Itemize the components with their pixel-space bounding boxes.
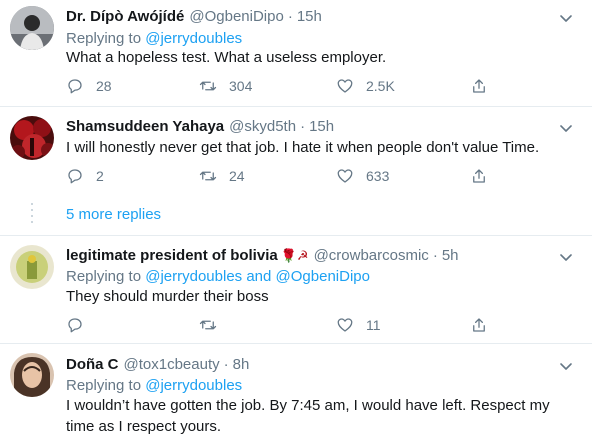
replying-to-label: Replying to [66, 268, 142, 285]
retweet-button[interactable]: 24 [199, 167, 245, 185]
tweet-text: What a hopeless test. What a useless emp… [66, 49, 387, 66]
avatar[interactable] [10, 245, 54, 289]
display-name[interactable]: Doña C [66, 356, 119, 373]
tweet-text: They should murder their boss [66, 288, 269, 305]
like-icon [337, 318, 353, 332]
replying-to-label: Replying to [66, 377, 142, 394]
like-button[interactable]: 11 [336, 316, 381, 334]
user-handle[interactable]: @tox1cbeauty [124, 356, 220, 373]
tweet-2[interactable]: Shamsuddeen Yahaya @skyd5th · 15h I will… [0, 107, 592, 235]
tweet-4[interactable]: Doña C @tox1cbeauty · 8h Replying to @je… [0, 344, 592, 447]
reply-icon [68, 318, 82, 333]
display-name[interactable]: Shamsuddeen Yahaya [66, 118, 224, 135]
like-count: 633 [366, 168, 390, 184]
chevron-down-icon[interactable] [556, 356, 576, 376]
user-handle[interactable]: @crowbarcosmic [314, 247, 429, 264]
thread-dot [31, 221, 33, 223]
thread-dot [31, 203, 33, 205]
timestamp[interactable]: 15h [309, 118, 334, 135]
retweet-icon [199, 320, 217, 330]
tweet-text-line-1: I wouldn’t have gotten the job. By 7:45 … [66, 397, 550, 414]
reply-button[interactable]: 28 [66, 77, 112, 95]
like-button[interactable]: 2.5K [336, 77, 395, 95]
retweet-button[interactable]: 304 [199, 77, 252, 95]
chevron-down-icon[interactable] [556, 118, 576, 138]
more-replies-link[interactable]: 5 more replies [66, 206, 161, 223]
like-count: 2.5K [366, 78, 395, 94]
like-count: 11 [366, 317, 381, 333]
timestamp[interactable]: 5h [442, 247, 459, 264]
thread-dot [31, 215, 33, 217]
share-icon [473, 318, 485, 332]
retweet-icon [199, 81, 217, 91]
share-icon [473, 169, 485, 183]
display-name[interactable]: legitimate president of bolivia [66, 247, 278, 264]
reply-count: 2 [96, 168, 104, 184]
separator-dot: · [432, 247, 438, 264]
avatar-photo [10, 116, 54, 160]
chevron-down-icon[interactable] [556, 247, 576, 267]
mention-link[interactable]: @jerrydoubles [145, 377, 242, 394]
user-handle[interactable]: @skyd5th [229, 118, 296, 135]
avatar-photo [10, 353, 54, 397]
avatar[interactable] [10, 353, 54, 397]
reply-button[interactable] [66, 316, 96, 334]
like-button[interactable]: 633 [336, 167, 389, 185]
share-button[interactable] [470, 316, 488, 334]
like-icon [337, 79, 353, 93]
retweet-count: 24 [229, 168, 245, 184]
avatar[interactable] [10, 116, 54, 160]
avatar-photo [10, 6, 54, 50]
tweet-3[interactable]: legitimate president of bolivia 🌹☭ @crow… [0, 236, 592, 341]
chevron-down-icon[interactable] [556, 8, 576, 28]
share-button[interactable] [470, 77, 488, 95]
display-name[interactable]: Dr. Dípò Awójídé [66, 8, 184, 25]
user-handle[interactable]: @OgbeniDipo [189, 8, 283, 25]
retweet-icon [199, 171, 217, 181]
avatar[interactable] [10, 6, 54, 50]
separator-dot: · [287, 8, 293, 25]
reply-count: 28 [96, 78, 112, 94]
mention-link[interactable]: @OgbeniDipo [276, 268, 370, 285]
separator-dot: · [223, 356, 229, 373]
reply-icon [68, 79, 82, 94]
like-icon [337, 169, 353, 183]
timestamp[interactable]: 8h [233, 356, 250, 373]
separator-dot: · [300, 118, 306, 135]
tweet-text-line-2: time as I respect yours. [66, 418, 222, 435]
name-emoji: 🌹☭ [280, 248, 309, 263]
timestamp[interactable]: 15h [297, 8, 322, 25]
mention-link[interactable]: @jerrydoubles [145, 30, 242, 47]
share-icon [473, 79, 485, 93]
mention-link[interactable]: @jerrydoubles [145, 268, 242, 285]
thread-dot [31, 209, 33, 211]
replying-and: and [246, 268, 272, 285]
retweet-count: 304 [229, 78, 253, 94]
retweet-button[interactable] [199, 316, 229, 334]
tweet-1[interactable]: Dr. Dípò Awójídé @OgbeniDipo · 15h Reply… [0, 0, 592, 104]
reply-button[interactable]: 2 [66, 167, 104, 185]
share-button[interactable] [470, 167, 488, 185]
tweet-text: I will honestly never get that job. I ha… [66, 139, 540, 156]
reply-icon [68, 169, 82, 184]
avatar-photo [10, 245, 54, 289]
replying-to-label: Replying to [66, 30, 142, 47]
